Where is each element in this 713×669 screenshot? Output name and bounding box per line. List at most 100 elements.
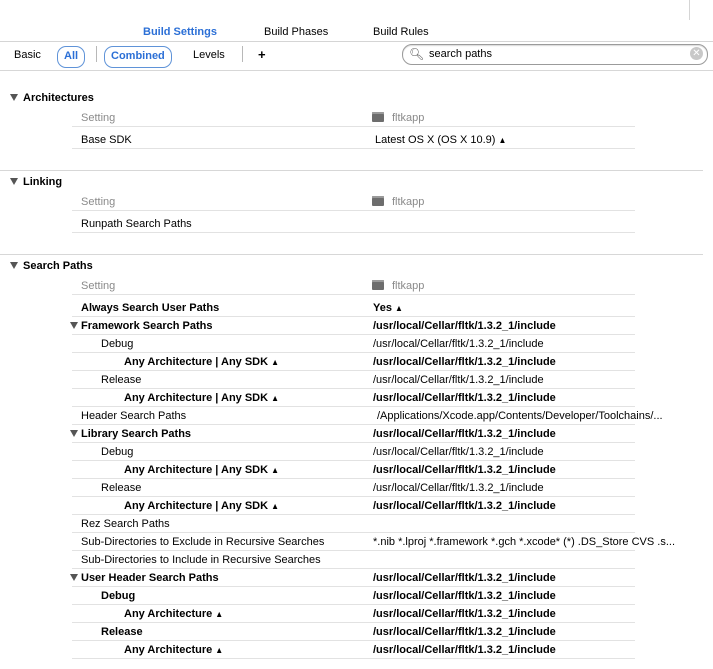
setting-value[interactable]: /usr/local/Cellar/fltk/1.3.2_1/include <box>373 443 544 461</box>
setting-value[interactable]: /usr/local/Cellar/fltk/1.3.2_1/include <box>373 587 556 605</box>
setting-value[interactable]: /usr/local/Cellar/fltk/1.3.2_1/include <box>373 425 556 443</box>
setting-label-text: Release <box>101 482 142 494</box>
setting-label-text: Debug <box>101 590 136 602</box>
setting-value[interactable]: /usr/local/Cellar/fltk/1.3.2_1/include <box>373 479 544 497</box>
setting-value[interactable]: /Applications/Xcode.app/Contents/Develop… <box>377 407 663 425</box>
setting-value-text: /usr/local/Cellar/fltk/1.3.2_1/include <box>373 572 556 584</box>
setting-label: Release <box>101 371 141 389</box>
setting-column-header: Setting <box>81 196 116 208</box>
section-architectures-header[interactable]: Architectures <box>10 92 94 104</box>
setting-value-text: /usr/local/Cellar/fltk/1.3.2_1/include <box>373 338 544 350</box>
add-setting-button[interactable]: + <box>258 46 266 66</box>
setting-header-row: Setting fltkapp <box>72 277 635 295</box>
setting-row[interactable]: Framework Search Paths/usr/local/Cellar/… <box>70 317 635 335</box>
setting-value[interactable]: *.nib *.lproj *.framework *.gch *.xcode*… <box>373 533 675 551</box>
tab-build-phases[interactable]: Build Phases <box>264 26 328 38</box>
filter-combined-button[interactable]: Combined <box>104 46 172 68</box>
setting-row[interactable]: Any Architecture | Any SDK ▲/usr/local/Ce… <box>72 389 635 407</box>
setting-row[interactable]: Release/usr/local/Cellar/fltk/1.3.2_1/in… <box>72 371 635 389</box>
tab-bar: Build Settings Build Phases Build Rules <box>0 0 713 42</box>
filter-all-button[interactable]: All <box>57 46 86 68</box>
setting-row[interactable]: Any Architecture | Any SDK ▲/usr/local/Ce… <box>72 497 635 515</box>
filter-basic-button[interactable]: Basic <box>14 46 41 66</box>
setting-value[interactable]: /usr/local/Cellar/fltk/1.3.2_1/include <box>373 335 544 353</box>
setting-row[interactable]: Release/usr/local/Cellar/fltk/1.3.2_1/in… <box>72 479 635 497</box>
setting-value[interactable]: /usr/local/Cellar/fltk/1.3.2_1/include <box>373 497 556 515</box>
setting-column-header: Setting <box>81 280 116 292</box>
target-icon <box>372 196 384 206</box>
search-field[interactable]: 🔍︎ search paths ✕ <box>402 44 708 65</box>
setting-row[interactable]: Rez Search Paths <box>72 515 635 533</box>
setting-value[interactable]: /usr/local/Cellar/fltk/1.3.2_1/include <box>373 623 556 641</box>
setting-label-text: Any Architecture <box>124 608 213 620</box>
filter-levels-button[interactable]: Levels <box>193 46 225 66</box>
setting-label: User Header Search Paths <box>70 569 219 587</box>
setting-value[interactable]: /usr/local/Cellar/fltk/1.3.2_1/include <box>373 605 556 623</box>
setting-value[interactable]: /usr/local/Cellar/fltk/1.3.2_1/include <box>373 353 556 371</box>
setting-value-text: /Applications/Xcode.app/Contents/Develop… <box>377 410 663 422</box>
disclosure-triangle-icon[interactable] <box>70 574 78 581</box>
clear-search-icon[interactable]: ✕ <box>690 47 703 60</box>
setting-row[interactable]: Any Architecture ▲/usr/local/Cellar/fltk/… <box>72 605 635 623</box>
section-search-paths-header[interactable]: Search Paths <box>10 260 93 272</box>
setting-value-text: /usr/local/Cellar/fltk/1.3.2_1/include <box>373 590 556 602</box>
setting-label: Debug <box>101 587 135 605</box>
setting-row[interactable]: Header Search Paths/Applications/Xcode.a… <box>72 407 663 425</box>
setting-value-text: Yes <box>373 302 392 314</box>
tab-build-rules[interactable]: Build Rules <box>373 26 429 38</box>
setting-value-text: /usr/local/Cellar/fltk/1.3.2_1/include <box>373 482 544 494</box>
setting-label-text: Any Architecture | Any SDK <box>124 500 269 512</box>
setting-value[interactable]: /usr/local/Cellar/fltk/1.3.2_1/include <box>373 569 556 587</box>
setting-value[interactable]: /usr/local/Cellar/fltk/1.3.2_1/include <box>373 317 556 335</box>
setting-value[interactable]: /usr/local/Cellar/fltk/1.3.2_1/include <box>373 371 544 389</box>
setting-row[interactable]: Any Architecture ▲/usr/local/Cellar/fltk/… <box>72 641 635 659</box>
setting-row[interactable]: Release/usr/local/Cellar/fltk/1.3.2_1/in… <box>72 623 635 641</box>
setting-row-base-sdk[interactable]: Base SDK Latest OS X (OS X 10.9) ▲ <box>72 131 635 149</box>
setting-label-text: Release <box>101 374 142 386</box>
setting-row[interactable]: Sub-Directories to Include in Recursive … <box>72 551 635 569</box>
setting-value-text: /usr/local/Cellar/fltk/1.3.2_1/include <box>373 356 556 368</box>
setting-value[interactable]: /usr/local/Cellar/fltk/1.3.2_1/include <box>373 389 556 407</box>
setting-label: Release <box>101 623 143 641</box>
setting-label-text: Header Search Paths <box>81 410 187 422</box>
divider <box>0 41 713 42</box>
search-input[interactable]: search paths <box>429 47 492 61</box>
setting-label-text: Framework Search Paths <box>81 320 213 332</box>
setting-row[interactable]: Any Architecture | Any SDK ▲/usr/local/Ce… <box>72 461 635 479</box>
target-column-header: fltkapp <box>372 109 424 127</box>
setting-row[interactable]: Debug/usr/local/Cellar/fltk/1.3.2_1/incl… <box>72 335 635 353</box>
setting-row[interactable]: Library Search Paths/usr/local/Cellar/fl… <box>70 425 635 443</box>
setting-row[interactable]: Debug/usr/local/Cellar/fltk/1.3.2_1/incl… <box>72 587 635 605</box>
setting-label: Debug <box>101 335 133 353</box>
target-name: fltkapp <box>392 280 425 292</box>
setting-row[interactable]: Always Search User Paths Yes ▲ <box>72 299 635 317</box>
target-column-header: fltkapp <box>372 193 424 211</box>
setting-label: Runpath Search Paths <box>81 218 192 230</box>
target-icon <box>372 280 384 290</box>
section-title: Linking <box>23 176 63 188</box>
setting-label-text: Library Search Paths <box>81 428 192 440</box>
setting-row[interactable]: Sub-Directories to Exclude in Recursive … <box>72 533 675 551</box>
divider <box>242 46 243 62</box>
setting-column-header: Setting <box>81 112 116 124</box>
disclosure-triangle-icon[interactable] <box>70 430 78 437</box>
divider <box>96 46 97 62</box>
disclosure-triangle-icon[interactable] <box>70 322 78 329</box>
setting-value[interactable]: /usr/local/Cellar/fltk/1.3.2_1/include <box>373 461 556 479</box>
setting-label: Library Search Paths <box>70 425 192 443</box>
tab-build-settings[interactable]: Build Settings <box>143 26 217 38</box>
setting-row[interactable]: Debug/usr/local/Cellar/fltk/1.3.2_1/incl… <box>72 443 635 461</box>
setting-row[interactable]: User Header Search Paths/usr/local/Cella… <box>70 569 635 587</box>
setting-label: Sub-Directories to Include in Recursive … <box>81 551 321 569</box>
divider <box>689 0 690 20</box>
setting-value[interactable]: /usr/local/Cellar/fltk/1.3.2_1/include <box>373 641 556 659</box>
disclosure-triangle-icon <box>10 178 18 185</box>
setting-row[interactable]: Any Architecture | Any SDK ▲/usr/local/Ce… <box>72 353 635 371</box>
setting-label-text: Release <box>101 626 143 638</box>
target-name: fltkapp <box>392 196 425 208</box>
setting-row-runpath[interactable]: Runpath Search Paths <box>72 215 635 233</box>
setting-value-text: /usr/local/Cellar/fltk/1.3.2_1/include <box>373 626 556 638</box>
section-linking-header[interactable]: Linking <box>10 176 62 188</box>
search-icon: 🔍︎ <box>409 47 425 61</box>
divider <box>0 254 703 255</box>
